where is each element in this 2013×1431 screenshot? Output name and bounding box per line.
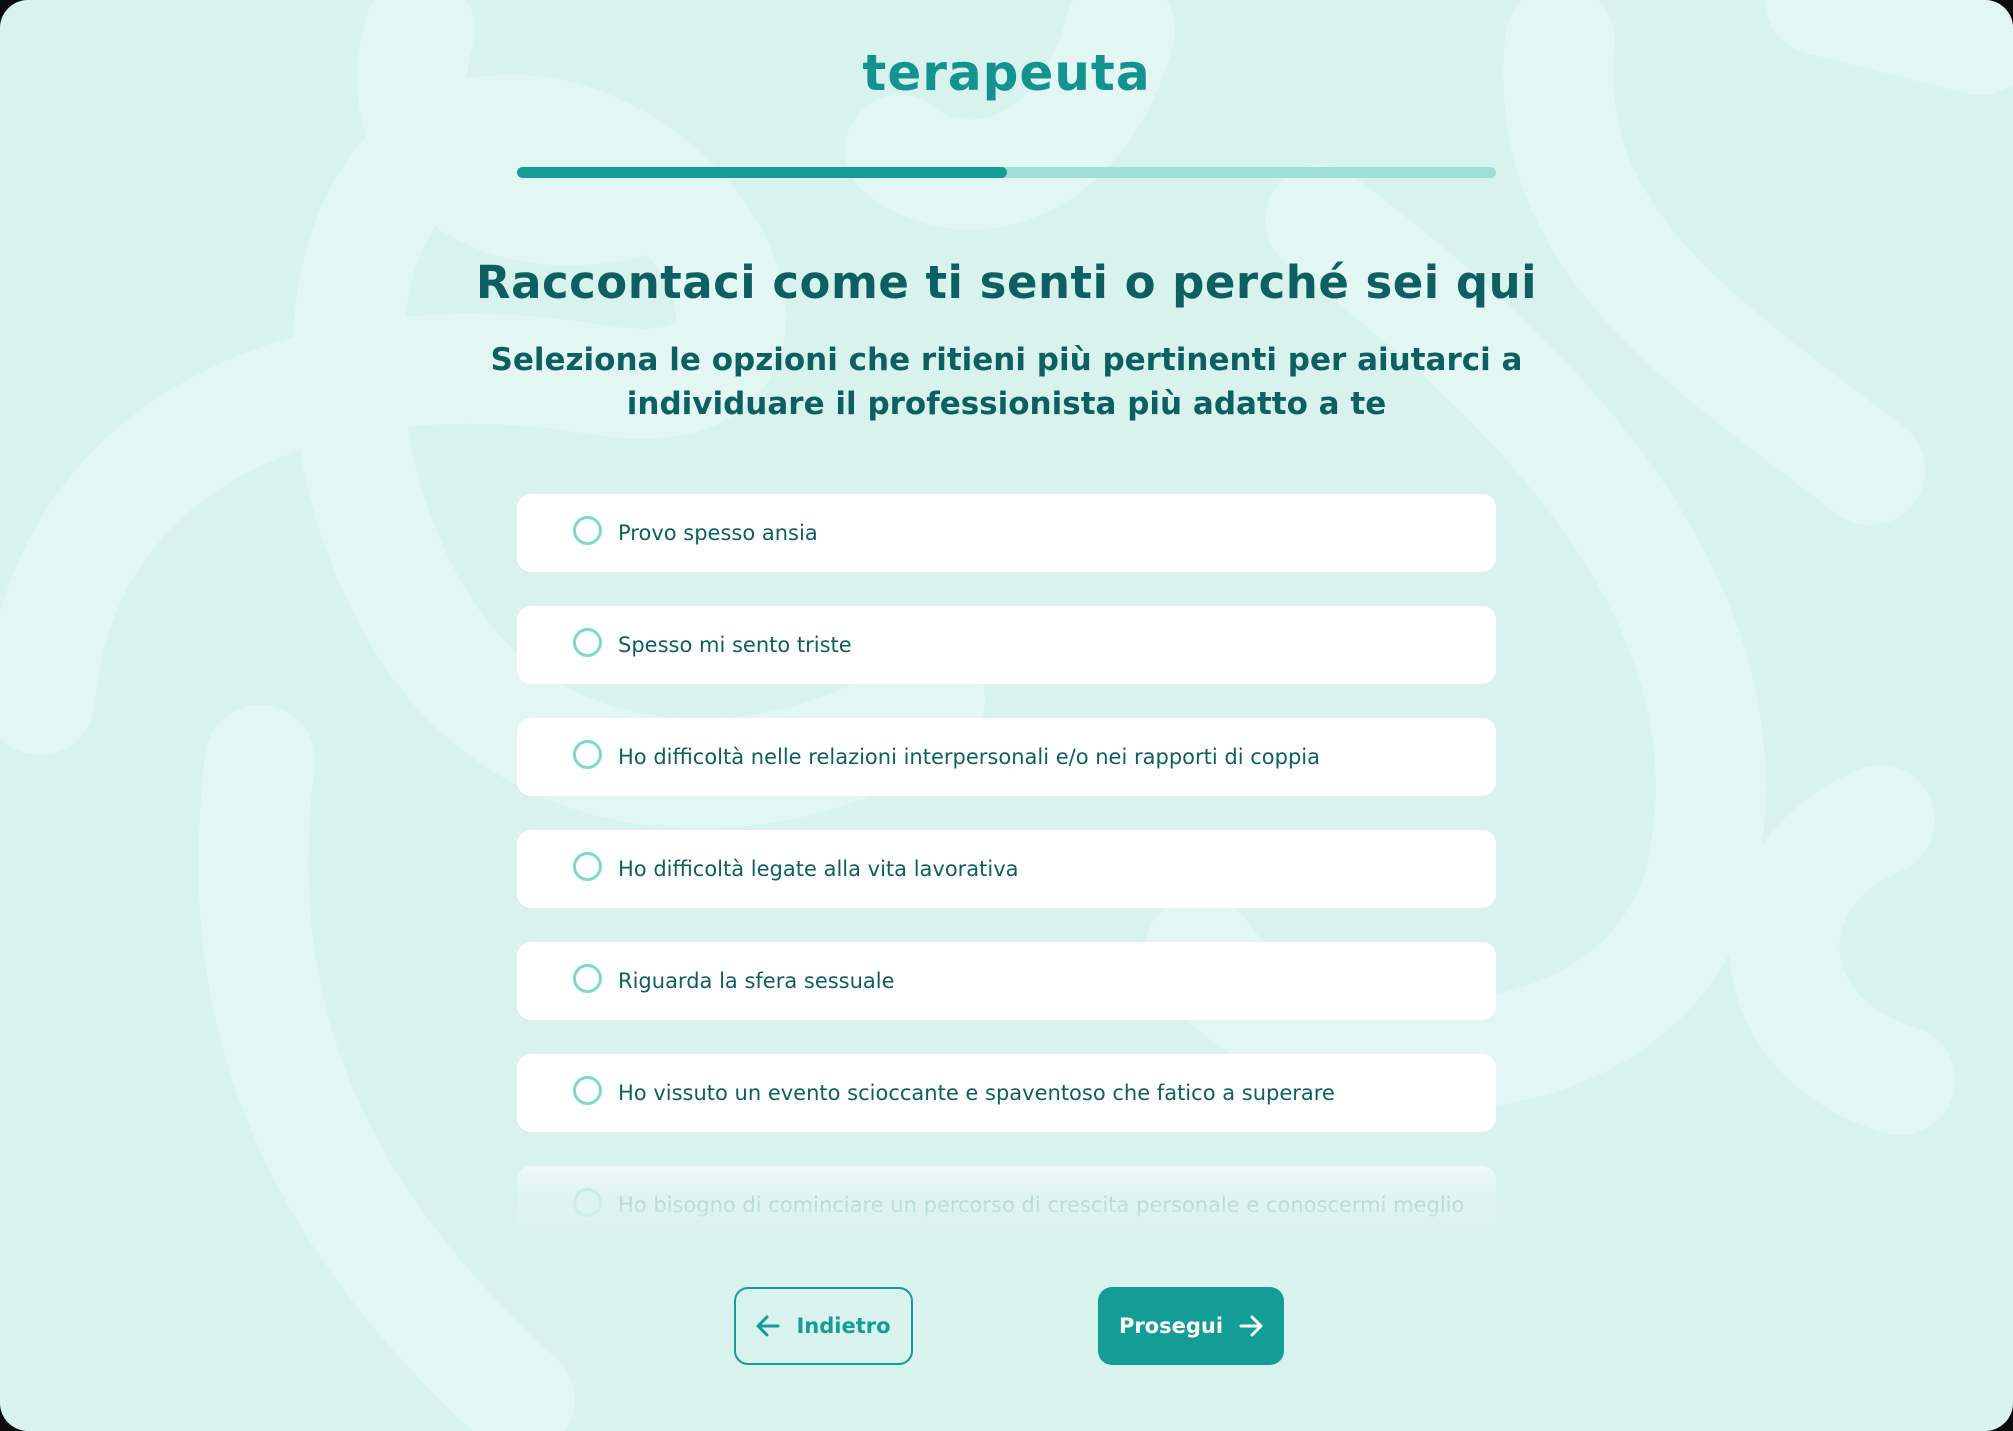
option-item[interactable]: Riguarda la sfera sessuale: [517, 942, 1496, 1020]
radio-button[interactable]: [573, 852, 602, 881]
option-item[interactable]: Ho difficoltà legate alla vita lavorativ…: [517, 830, 1496, 908]
arrow-right-icon: [1239, 1315, 1263, 1337]
radio-button[interactable]: [573, 740, 602, 769]
option-label: Ho vissuto un evento scioccante e spaven…: [618, 1081, 1335, 1105]
option-label: Spesso mi sento triste: [618, 633, 852, 657]
option-item[interactable]: Provo spesso ansia: [517, 494, 1496, 572]
option-item[interactable]: Spesso mi sento triste: [517, 606, 1496, 684]
radio-button[interactable]: [573, 1076, 602, 1105]
option-label: Riguarda la sfera sessuale: [618, 969, 895, 993]
option-label: Ho difficoltà legate alla vita lavorativ…: [618, 857, 1019, 881]
radio-button[interactable]: [573, 628, 602, 657]
radio-button[interactable]: [573, 964, 602, 993]
page-title: Raccontaci come ti senti o perché sei qu…: [475, 256, 1538, 309]
page-subtitle: Seleziona le opzioni che ritieni più per…: [490, 342, 1523, 422]
radio-button[interactable]: [573, 516, 602, 545]
next-button-label: Prosegui: [1118, 1314, 1224, 1338]
option-item[interactable]: Ho difficoltà nelle relazioni interperso…: [517, 718, 1496, 796]
terapeuta-logo: terapeuta: [862, 44, 1151, 102]
arrow-left-icon: [756, 1315, 780, 1337]
option-label: Ho difficoltà nelle relazioni interperso…: [618, 745, 1320, 769]
option-label: Provo spesso ansia: [618, 521, 818, 545]
progress-bar: [517, 167, 1496, 178]
questionnaire-page: terapeuta Raccontaci come ti senti o per…: [0, 0, 2013, 1431]
option-item[interactable]: Ho bisogno di cominciare un percorso di …: [517, 1166, 1496, 1240]
next-button[interactable]: Prosegui: [1098, 1287, 1284, 1365]
radio-button[interactable]: [573, 1188, 602, 1217]
back-button[interactable]: Indietro: [734, 1287, 913, 1365]
back-button-label: Indietro: [796, 1314, 891, 1338]
options-list[interactable]: Provo spesso ansia Spesso mi sento trist…: [517, 494, 1496, 1240]
option-item[interactable]: Ho vissuto un evento scioccante e spaven…: [517, 1054, 1496, 1132]
progress-bar-fill: [517, 167, 1007, 178]
option-label: Ho bisogno di cominciare un percorso di …: [618, 1193, 1465, 1217]
